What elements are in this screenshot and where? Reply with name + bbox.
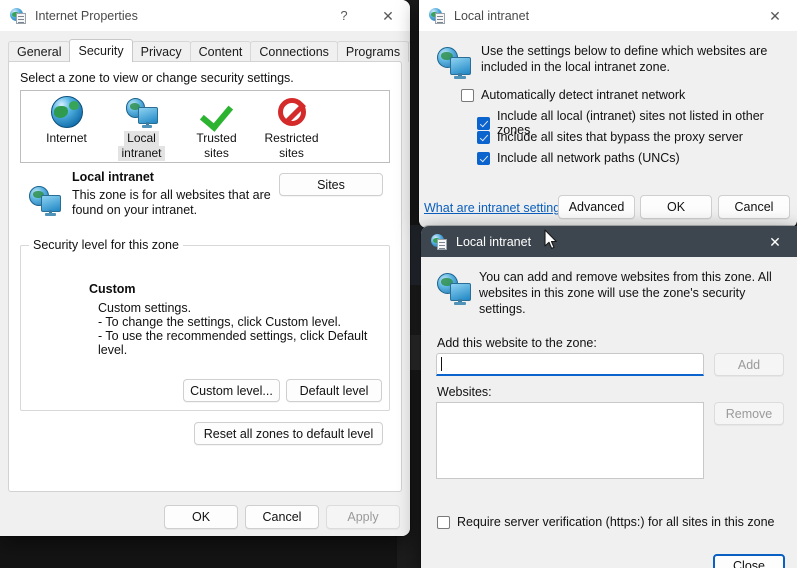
zone-restricted-label-1: Restricted (264, 131, 319, 145)
zone-local-intranet-label-1: Local (124, 131, 159, 146)
internet-properties-window[interactable]: Internet Properties ? ✕ General Security… (0, 0, 410, 536)
add-website-input[interactable] (436, 353, 704, 376)
zone-restricted-label-2: sites (279, 146, 304, 160)
local-intranet-icon (437, 271, 471, 305)
close-icon[interactable]: ✕ (753, 0, 797, 31)
zone-restricted-sites[interactable]: Restricted sites (254, 96, 329, 161)
zone-prompt: Select a zone to view or change security… (20, 71, 294, 85)
zone-trusted-label-2: sites (204, 146, 229, 160)
close-action-button[interactable]: Close (713, 554, 785, 568)
zone-local-intranet-label-2: intranet (118, 146, 165, 161)
local-intranet-sites-description: You can add and remove websites from thi… (479, 270, 772, 316)
security-level-name: Custom (89, 282, 136, 296)
websites-label: Websites: (437, 385, 492, 399)
internet-properties-icon (429, 7, 445, 24)
sites-button[interactable]: Sites (279, 173, 383, 196)
close-icon[interactable]: ✕ (753, 226, 797, 257)
checkbox-include-unc-paths[interactable]: Include all network paths (UNCs) (477, 151, 680, 165)
local-intranet-settings-titlebar[interactable]: Local intranet ✕ (419, 0, 797, 31)
cancel-button[interactable]: Cancel (245, 505, 319, 529)
green-check-icon (201, 96, 233, 128)
security-level-line-2: - To change the settings, click Custom l… (98, 315, 341, 329)
red-deny-icon (276, 96, 308, 128)
websites-list[interactable] (436, 402, 704, 479)
zone-trusted-label-1: Trusted (196, 131, 237, 145)
apply-button: Apply (326, 505, 400, 529)
local-intranet-settings-title: Local intranet (454, 8, 530, 23)
close-icon[interactable]: ✕ (366, 0, 410, 31)
checkbox-box[interactable] (477, 151, 490, 165)
add-website-label: Add this website to the zone: (437, 336, 597, 350)
tab-privacy[interactable]: Privacy (131, 41, 191, 62)
security-level-line-3: - To use the recommended settings, click… (98, 329, 368, 357)
local-intranet-sites-titlebar[interactable]: Local intranet ✕ (421, 226, 797, 257)
tab-programs[interactable]: Programs (336, 41, 410, 62)
ok-button[interactable]: OK (640, 195, 712, 219)
security-level-group-label: Security level for this zone (29, 238, 183, 252)
remove-button: Remove (714, 402, 784, 425)
tab-advanced[interactable]: Advanced (408, 41, 410, 62)
checkbox-label: Automatically detect intranet network (481, 88, 686, 102)
ok-button[interactable]: OK (164, 505, 238, 529)
reset-all-zones-button[interactable]: Reset all zones to default level (194, 422, 383, 445)
local-intranet-settings-body: Use the settings below to define which w… (419, 31, 797, 228)
security-level-line-1: Custom settings. (98, 301, 192, 315)
local-intranet-icon (437, 45, 471, 79)
tab-general[interactable]: General (8, 41, 71, 62)
security-level-group: Security level for this zone Custom Cust… (20, 238, 390, 411)
checkbox-label: Require server verification (https:) for… (457, 515, 775, 529)
checkbox-box[interactable] (477, 130, 490, 144)
selected-zone-name: Local intranet (72, 170, 154, 184)
zone-list[interactable]: Internet Local intranet Trusted sites Re… (20, 90, 390, 163)
checkbox-require-server-verification[interactable]: Require server verification (https:) for… (437, 515, 775, 529)
intranet-settings-help-link[interactable]: What are intranet settings? (424, 201, 573, 215)
local-intranet-icon (125, 96, 158, 128)
internet-properties-titlebar[interactable]: Internet Properties ? ✕ (0, 0, 410, 31)
local-intranet-settings-description: Use the settings below to define which w… (481, 44, 768, 74)
tab-connections[interactable]: Connections (250, 41, 338, 62)
local-intranet-sites-title: Local intranet (456, 234, 532, 249)
local-intranet-sites-window[interactable]: Local intranet ✕ You can add and remove … (421, 226, 797, 568)
checkbox-label: Include all sites that bypass the proxy … (497, 130, 743, 144)
default-level-button[interactable]: Default level (286, 379, 382, 402)
globe-icon (50, 96, 83, 128)
zone-internet-label: Internet (46, 131, 87, 145)
tab-security[interactable]: Security (69, 39, 133, 62)
help-button[interactable]: ? (322, 0, 366, 31)
tab-content[interactable]: Content (189, 41, 252, 62)
checkbox-auto-detect-intranet[interactable]: Automatically detect intranet network (461, 88, 685, 102)
selected-zone-text: This zone is for all websites that are f… (72, 188, 271, 217)
tab-strip: General Security Privacy Content Connect… (8, 39, 410, 62)
local-intranet-settings-window[interactable]: Local intranet ✕ Use the settings below … (419, 0, 797, 228)
checkbox-include-proxy-bypass[interactable]: Include all sites that bypass the proxy … (477, 130, 743, 144)
zone-local-intranet[interactable]: Local intranet (104, 96, 179, 161)
checkbox-box[interactable] (437, 515, 450, 529)
internet-properties-icon (10, 7, 26, 24)
text-caret (441, 357, 442, 371)
checkbox-box[interactable] (477, 116, 490, 130)
zone-internet[interactable]: Internet (29, 96, 104, 146)
zone-trusted-sites[interactable]: Trusted sites (179, 96, 254, 161)
add-button: Add (714, 353, 784, 376)
custom-level-button[interactable]: Custom level... (183, 379, 280, 402)
internet-properties-body: General Security Privacy Content Connect… (0, 31, 410, 536)
local-intranet-sites-body: You can add and remove websites from thi… (421, 257, 797, 568)
cancel-button[interactable]: Cancel (718, 195, 790, 219)
internet-properties-title: Internet Properties (35, 8, 138, 23)
local-intranet-icon (29, 184, 61, 216)
checkbox-label: Include all network paths (UNCs) (497, 151, 680, 165)
checkbox-box[interactable] (461, 88, 474, 102)
security-tab-page: Select a zone to view or change security… (8, 61, 402, 492)
internet-properties-icon (431, 233, 447, 250)
advanced-button[interactable]: Advanced (558, 195, 635, 219)
